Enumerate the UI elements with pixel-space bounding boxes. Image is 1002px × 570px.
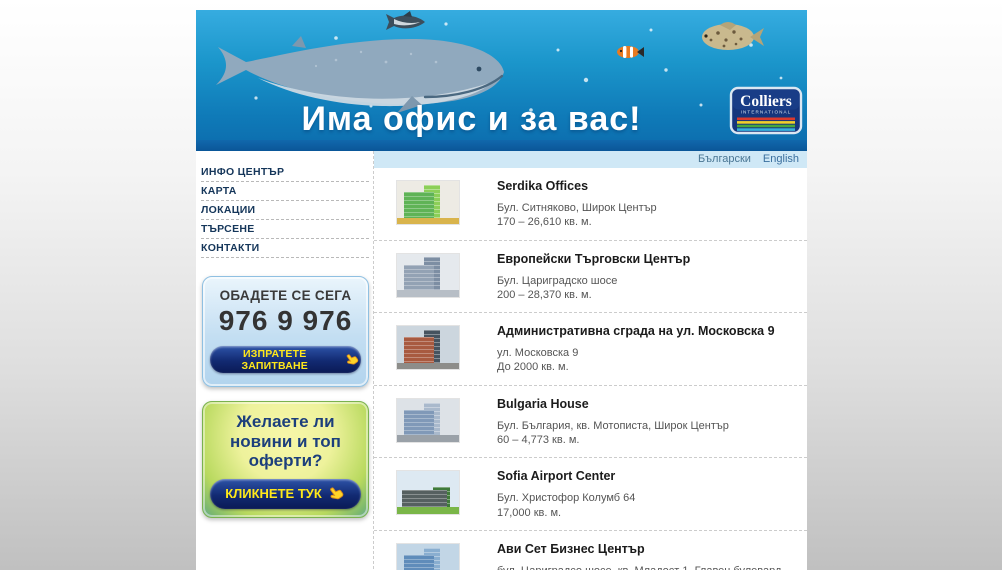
- listing-title[interactable]: Serdika Offices: [497, 179, 657, 193]
- listing-address: Бул. Христофор Колумб 64: [497, 492, 636, 505]
- listing-row: Serdika Offices Бул. Ситняково, Широк Цен…: [374, 168, 807, 241]
- thumb-layer-tg: [397, 435, 459, 442]
- thumb-layer-ta: [403, 409, 434, 436]
- newsletter-box: Желаете ли новини и топ оферти? КЛИКНЕТЕ…: [202, 401, 369, 518]
- listing-address: бул. Цариградсо шосе, кв. Младост 1, Гла…: [497, 564, 781, 570]
- listing-address: Бул. Цариградско шосе: [497, 274, 618, 287]
- listing-info: Bulgaria House Бул. България, кв. Мотопис…: [497, 397, 729, 448]
- listing-area: 60 – 4,773 кв. м.: [497, 434, 580, 447]
- listing-thumb[interactable]: [396, 325, 460, 371]
- listing-address: ул. Московска 9: [497, 347, 579, 360]
- listing-row: Bulgaria House Бул. България, кв. Мотопис…: [374, 386, 807, 459]
- send-inquiry-button[interactable]: ИЗПРАТЕТЕ ЗАПИТВАНЕ: [210, 346, 361, 373]
- thumb-layer-tg: [397, 217, 459, 224]
- listing-thumb[interactable]: [396, 397, 460, 443]
- viewport: Colliers INTERNATIONAL Има офис и за вас…: [0, 0, 1002, 570]
- newsletter-question: Желаете ли новини и топ оферти?: [230, 412, 341, 471]
- thumb-layer-ta: [403, 555, 434, 570]
- colliers-wordmark: Colliers: [740, 93, 792, 110]
- listing-address: Бул. България, кв. Мотописта, Широк Цент…: [497, 419, 729, 432]
- content: ИНФО ЦЕНТЪР КАРТА ЛОКАЦИИ ТЪРСЕНЕ КОНТАКТИ О…: [196, 151, 807, 570]
- thumb-layer-tg: [397, 362, 459, 370]
- listing-thumb[interactable]: [396, 252, 460, 298]
- listing-area: 170 – 26,610 кв. м.: [497, 216, 592, 229]
- sidebar-menu: ИНФО ЦЕНТЪР КАРТА ЛОКАЦИИ ТЪРСЕНЕ КОНТАКТИ: [201, 163, 369, 258]
- sidebar-item-locations[interactable]: ЛОКАЦИИ: [201, 201, 369, 220]
- listing-thumb[interactable]: [396, 542, 460, 570]
- hand-cursor-icon: [329, 487, 344, 500]
- thumb-layer-ta: [403, 337, 434, 363]
- listing-thumb[interactable]: [396, 470, 460, 516]
- listing-info: Административна сграда на ул. Московска …: [497, 324, 775, 375]
- spotted-fish-icon: [702, 22, 764, 50]
- thumb-layer-ta: [403, 192, 434, 218]
- banner: Colliers INTERNATIONAL Има офис и за вас…: [196, 10, 807, 140]
- sidebar-item-map[interactable]: КАРТА: [201, 182, 369, 201]
- sidebar-item-search[interactable]: ТЪРСЕНЕ: [201, 220, 369, 239]
- listing-info: Европейски Търговски Център Бул. Цариград…: [497, 252, 690, 303]
- listing-row: Sofia Airport Center Бул. Христофор Колум…: [374, 458, 807, 531]
- listing-row: Ави Сет Бизнес Център бул. Цариградсо шос…: [374, 531, 807, 570]
- listing-row: Европейски Търговски Център Бул. Цариград…: [374, 241, 807, 314]
- listing-area: 17,000 кв. м.: [497, 506, 562, 519]
- language-link-bulgarian[interactable]: Български: [698, 153, 751, 165]
- click-here-label: КЛИКНЕТЕ ТУК: [225, 486, 322, 502]
- listing-info: Ави Сет Бизнес Център бул. Цариградсо шос…: [497, 542, 781, 570]
- sidebar-item-info-center[interactable]: ИНФО ЦЕНТЪР: [201, 163, 369, 182]
- listing-title[interactable]: Ави Сет Бизнес Център: [497, 542, 781, 556]
- language-bar: Български English: [374, 151, 807, 168]
- thumb-layer-tg: [397, 506, 459, 515]
- listing-title[interactable]: Sofia Airport Center: [497, 469, 635, 483]
- phone-number: 976 9 976: [218, 305, 353, 336]
- language-link-english[interactable]: English: [763, 153, 799, 165]
- thumb-layer-ta: [401, 490, 447, 507]
- thumb-layer-ta: [403, 264, 434, 291]
- listing-thumb[interactable]: [396, 180, 460, 225]
- listing-title[interactable]: Административна сграда на ул. Московска …: [497, 324, 775, 338]
- clownfish-icon: [617, 46, 644, 58]
- send-inquiry-label: ИЗПРАТЕТЕ ЗАПИТВАНЕ: [241, 347, 309, 372]
- listing-title[interactable]: Европейски Търговски Център: [497, 252, 690, 266]
- hand-cursor-icon: [347, 354, 359, 365]
- click-here-button[interactable]: КЛИКНЕТЕ ТУК: [210, 478, 361, 509]
- call-now-title: ОБАДЕТЕ СЕ СЕГА: [219, 288, 352, 303]
- listing-area: 200 – 28,370 кв. м.: [497, 288, 592, 301]
- listing-info: Sofia Airport Center Бул. Христофор Колум…: [497, 469, 635, 520]
- page: Colliers INTERNATIONAL Има офис и за вас…: [196, 10, 807, 570]
- listing-title[interactable]: Bulgaria House: [497, 397, 729, 411]
- tuna-fish-icon: [386, 11, 425, 30]
- banner-bottom-bar: [196, 140, 807, 151]
- main-column: Български English Serdika Offices Бул. Сит…: [373, 151, 807, 570]
- listing-info: Serdika Offices Бул. Ситняково, Широк Цен…: [497, 179, 657, 230]
- listings-list: Serdika Offices Бул. Ситняково, Широк Цен…: [374, 168, 807, 570]
- thumb-layer-tg: [397, 290, 459, 297]
- sidebar: ИНФО ЦЕНТЪР КАРТА ЛОКАЦИИ ТЪРСЕНЕ КОНТАКТИ О…: [196, 151, 373, 570]
- listing-address: Бул. Ситняково, Широк Център: [497, 202, 657, 214]
- colliers-subtitle: INTERNATIONAL: [741, 110, 792, 115]
- listing-area: До 2000 кв. м.: [497, 361, 569, 374]
- listing-row: Административна сграда на ул. Московска …: [374, 313, 807, 386]
- banner-headline: Има офис и за вас!: [301, 100, 642, 138]
- call-now-box: ОБАДЕТЕ СЕ СЕГА 976 9 976 ИЗПРАТЕТЕ ЗАПИ…: [202, 276, 369, 387]
- sidebar-item-contacts[interactable]: КОНТАКТИ: [201, 239, 369, 258]
